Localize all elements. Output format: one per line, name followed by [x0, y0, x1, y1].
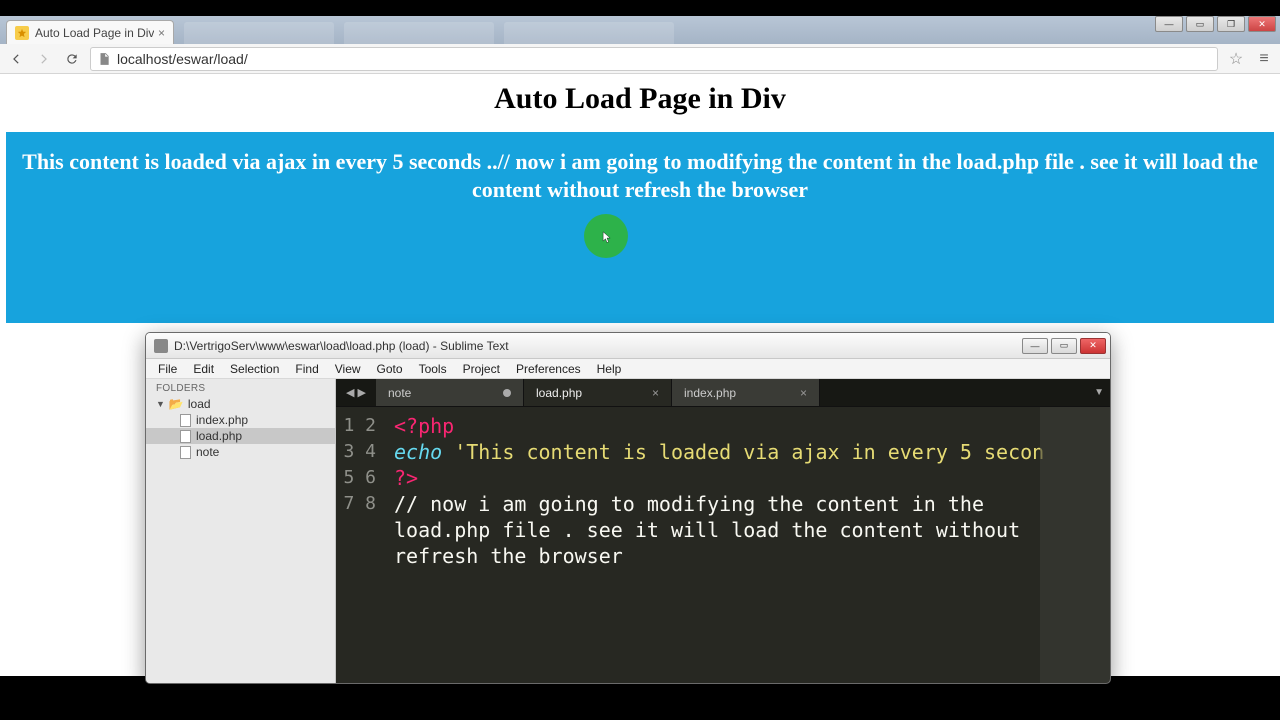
chevron-down-icon: ▼ — [156, 399, 165, 409]
tab-strip: Auto Load Page in Div us × — ▭ ❐ ✕ — [0, 16, 1280, 44]
file-label: load.php — [196, 429, 242, 443]
sidebar-folder[interactable]: ▼ 📂 load — [146, 396, 335, 412]
star-icon — [15, 26, 29, 40]
browser-toolbar: localhost/eswar/load/ ☆ ≡ — [0, 44, 1280, 74]
reload-button[interactable] — [62, 49, 82, 69]
file-label: note — [196, 445, 219, 459]
menu-find[interactable]: Find — [287, 362, 326, 376]
page-title: Auto Load Page in Div — [0, 82, 1280, 116]
page-icon — [97, 52, 111, 66]
tab-title: Auto Load Page in Div us — [35, 26, 154, 40]
ajax-text: This content is loaded via ajax in every… — [22, 149, 1258, 202]
editor-tab-loadphp[interactable]: load.php × — [524, 379, 672, 406]
editor-tab-note[interactable]: note — [376, 379, 524, 406]
menu-goto[interactable]: Goto — [369, 362, 411, 376]
tab-label: note — [388, 386, 411, 400]
menu-selection[interactable]: Selection — [222, 362, 287, 376]
minimize-button[interactable]: — — [1022, 338, 1048, 354]
menu-help[interactable]: Help — [589, 362, 630, 376]
sidebar-file-index[interactable]: index.php — [146, 412, 335, 428]
sidebar-file-note[interactable]: note — [146, 444, 335, 460]
bookmark-star-icon[interactable]: ☆ — [1226, 49, 1246, 69]
file-icon — [180, 446, 191, 459]
folder-icon: 📂 — [169, 397, 184, 411]
address-bar[interactable]: localhost/eswar/load/ — [90, 47, 1218, 71]
tab-history-nav[interactable]: ◀ ▶ — [336, 379, 376, 406]
background-tab[interactable] — [344, 22, 494, 44]
menu-preferences[interactable]: Preferences — [508, 362, 589, 376]
menu-file[interactable]: File — [150, 362, 185, 376]
chevron-down-icon[interactable]: ▼ — [1094, 387, 1104, 398]
close-icon[interactable]: × — [158, 26, 165, 40]
sublime-window: D:\VertrigoServ\www\eswar\load\load.php … — [145, 332, 1111, 684]
folder-label: load — [188, 397, 211, 411]
maximize-button[interactable]: ❐ — [1217, 16, 1245, 32]
maximize-button[interactable]: ▭ — [1051, 338, 1077, 354]
background-tab[interactable] — [184, 22, 334, 44]
sidebar-header: FOLDERS — [146, 381, 335, 396]
file-icon — [180, 414, 191, 427]
cursor-highlight — [584, 214, 628, 258]
sublime-menubar: File Edit Selection Find View Goto Tools… — [146, 359, 1110, 379]
editor-tabbar: ◀ ▶ note load.php × index.php × ▼ — [336, 379, 1110, 407]
sublime-title: D:\VertrigoServ\www\eswar\load\load.php … — [174, 339, 1022, 353]
minimap[interactable] — [1040, 407, 1110, 683]
file-icon — [180, 430, 191, 443]
url-text: localhost/eswar/load/ — [117, 51, 248, 67]
tab-label: index.php — [684, 386, 736, 400]
forward-button[interactable] — [34, 49, 54, 69]
minimize-button[interactable]: — — [1155, 16, 1183, 32]
close-icon[interactable]: × — [800, 386, 807, 400]
sublime-sidebar: FOLDERS ▼ 📂 load index.php load.php note — [146, 379, 336, 683]
dirty-dot-icon — [503, 389, 511, 397]
ajax-content-box: This content is loaded via ajax in every… — [6, 132, 1274, 323]
app-icon — [154, 339, 168, 353]
close-button[interactable]: ✕ — [1248, 16, 1276, 32]
tab-label: load.php — [536, 386, 582, 400]
code-content[interactable]: <?php echo 'This content is loaded via a… — [386, 407, 1110, 683]
editor-tab-indexphp[interactable]: index.php × — [672, 379, 820, 406]
menu-tools[interactable]: Tools — [411, 362, 455, 376]
back-button[interactable] — [6, 49, 26, 69]
file-label: index.php — [196, 413, 248, 427]
browser-tab-active[interactable]: Auto Load Page in Div us × — [6, 20, 174, 44]
sidebar-file-load[interactable]: load.php — [146, 428, 335, 444]
editor-region: ◀ ▶ note load.php × index.php × ▼ — [336, 379, 1110, 683]
menu-project[interactable]: Project — [455, 362, 508, 376]
code-editor[interactable]: 1 2 3 4 5 6 7 8 <?php echo 'This content… — [336, 407, 1110, 683]
background-tab[interactable] — [504, 22, 674, 44]
hamburger-menu-icon[interactable]: ≡ — [1254, 50, 1274, 68]
menu-edit[interactable]: Edit — [185, 362, 222, 376]
menu-view[interactable]: View — [327, 362, 369, 376]
line-gutter: 1 2 3 4 5 6 7 8 — [336, 407, 386, 683]
close-button[interactable]: ✕ — [1080, 338, 1106, 354]
restore-button[interactable]: ▭ — [1186, 16, 1214, 32]
sublime-titlebar[interactable]: D:\VertrigoServ\www\eswar\load\load.php … — [146, 333, 1110, 359]
close-icon[interactable]: × — [652, 386, 659, 400]
window-controls: — ▭ ❐ ✕ — [1155, 16, 1276, 32]
